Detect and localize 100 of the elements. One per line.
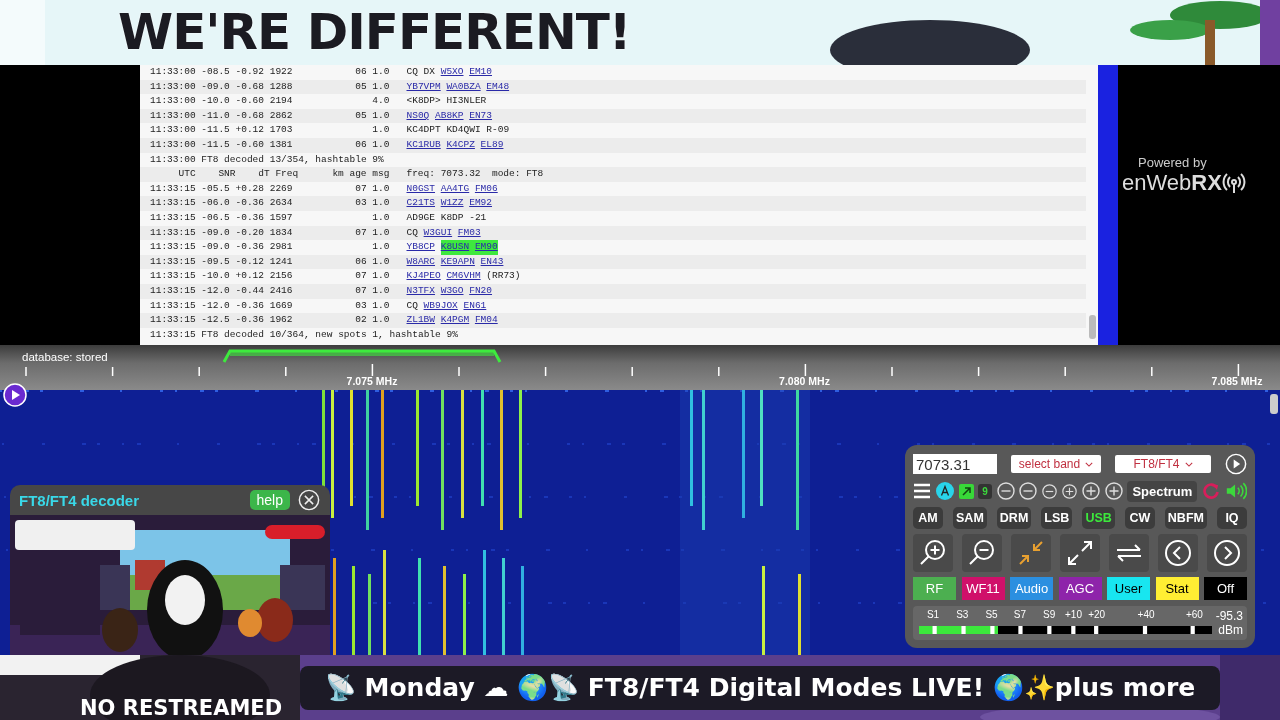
message-text: R-09 [486, 123, 510, 138]
zoom-out-button[interactable] [962, 534, 1002, 572]
mode-button[interactable]: AM [913, 507, 943, 529]
swap-button[interactable] [1109, 534, 1149, 572]
callsign-link[interactable]: EL89 [480, 137, 504, 153]
message-text: KD4QWI [446, 123, 481, 138]
plus-icon[interactable] [1062, 483, 1078, 499]
frequency-input[interactable]: 7073.31 [913, 454, 997, 474]
speaker-icon[interactable] [1224, 480, 1247, 502]
frequency-scale[interactable]: database: stored 7.075 MHz 7.080 MHz 7.085 MHz [0, 345, 1280, 390]
meter-unit: dBm [1218, 623, 1243, 637]
callsign-link[interactable]: EN73 [469, 108, 492, 124]
time-text: 11:33:15 [150, 298, 197, 313]
offset-text: -0.60 [235, 137, 265, 152]
panel-tab[interactable]: User [1107, 577, 1150, 600]
panel-tab[interactable]: AGC [1058, 577, 1102, 600]
callsign-link[interactable]: EN43 [480, 254, 504, 270]
meter-label: S7 [1013, 609, 1027, 620]
callsign-link[interactable]: W8ARC [406, 254, 435, 270]
plus-icon[interactable] [1104, 482, 1123, 500]
callsign-link[interactable]: YB7VPM [406, 79, 441, 95]
message-text: (RR73) [486, 269, 521, 284]
next-button[interactable] [1207, 534, 1247, 572]
spectrum-button[interactable]: Spectrum [1127, 480, 1198, 502]
callsign-link[interactable]: EM48 [486, 79, 510, 95]
callsign-link[interactable]: FM06 [474, 181, 498, 197]
plus-icon[interactable] [1081, 482, 1100, 500]
scrollbar[interactable] [1089, 315, 1096, 339]
minus-icon[interactable] [996, 482, 1015, 500]
callsign-link[interactable]: CM6VHM [446, 269, 481, 284]
mode-button[interactable]: IQ [1217, 507, 1247, 529]
offset-text: -0.92 [235, 65, 265, 79]
passband-marker[interactable] [222, 349, 502, 363]
callsign-link[interactable]: AA4TG [440, 181, 470, 197]
scrollbar[interactable] [1270, 394, 1278, 414]
callsign-link[interactable]: K8USN [440, 240, 475, 255]
callsign-link[interactable]: EM92 [469, 196, 492, 211]
callsign-link[interactable]: W3GUI [423, 225, 453, 241]
callsign-link[interactable]: W1ZZ [440, 196, 464, 211]
panel-tab[interactable]: Off [1204, 577, 1247, 600]
squelch-badge[interactable]: 9 [978, 483, 992, 499]
callsign-link[interactable]: FN20 [469, 283, 492, 299]
minus-icon[interactable] [1042, 483, 1058, 499]
callsign-link[interactable]: FM03 [457, 225, 481, 241]
decode-summary: 11:33:00 FT8 decoded 13/354, hashtable 9% [150, 153, 384, 165]
status-text: database: stored [22, 351, 108, 363]
mode-button[interactable]: USB [1082, 507, 1115, 529]
mode-button[interactable]: SAM [953, 507, 987, 529]
callsign-link[interactable]: EM90 [474, 240, 498, 255]
callsign-link[interactable]: N3TFX [406, 283, 435, 299]
callsign-link[interactable]: FM04 [474, 313, 498, 328]
callsign-link[interactable]: WB9JOX [423, 298, 458, 314]
callsign-link[interactable]: KE9APN [440, 254, 475, 270]
callsign-link[interactable]: YB8CP [406, 240, 435, 255]
distance-text: 05 [355, 80, 367, 92]
message-text: CQ [406, 65, 418, 79]
play-icon[interactable] [1225, 453, 1247, 475]
meter-label: S3 [956, 609, 969, 620]
mode-button[interactable]: NBFM [1164, 507, 1207, 529]
frequency-text: 2862 [269, 108, 293, 123]
distance-text: 06 [355, 66, 367, 77]
band-select[interactable]: select band [1011, 455, 1101, 473]
callsign-link[interactable]: KC1RUB [406, 137, 441, 153]
panel-tab[interactable]: Stat [1155, 577, 1199, 600]
mode-button[interactable]: CW [1124, 507, 1155, 529]
mode-button[interactable]: DRM [996, 507, 1032, 529]
callsign-link[interactable]: NS0Q [406, 108, 430, 124]
callsign-link[interactable]: KJ4PEO [406, 269, 441, 284]
column-header: dT [257, 167, 270, 182]
offset-text: -0.68 [235, 79, 265, 94]
time-text: 11:33:15 [150, 313, 197, 328]
callsign-link[interactable]: K4CPZ [446, 137, 475, 153]
mode-button[interactable]: LSB [1041, 507, 1073, 529]
callsign-link[interactable]: N0GST [406, 181, 435, 197]
offset-text: -0.68 [235, 108, 265, 123]
expand-arrows-icon [1065, 538, 1095, 568]
expand-button[interactable] [1060, 534, 1100, 572]
callsign-link[interactable]: W5XO [440, 65, 464, 80]
callsign-link[interactable]: ZL1BW [406, 313, 435, 328]
callsign-link[interactable]: K4PGM [440, 313, 470, 328]
callsign-link[interactable]: WA0BZA [446, 79, 481, 95]
menu-icon[interactable] [913, 482, 931, 500]
arrow-icon[interactable] [958, 483, 974, 499]
collapse-button[interactable] [1011, 534, 1051, 572]
offset-text: -0.36 [235, 298, 265, 313]
zoom-in-button[interactable] [913, 534, 953, 572]
callsign-link[interactable]: EM10 [469, 65, 492, 80]
letter-a-icon[interactable] [935, 482, 954, 500]
mode-select[interactable]: FT8/FT4 [1115, 455, 1211, 473]
minus-icon[interactable] [1019, 482, 1038, 500]
snr-text: -09.0 [201, 225, 231, 240]
close-icon[interactable] [298, 489, 320, 511]
panel-tab[interactable]: WF11 [961, 577, 1005, 600]
callsign-link[interactable]: W3GO [440, 283, 464, 299]
previous-button[interactable] [1158, 534, 1198, 572]
offset-text: -0.44 [235, 283, 265, 298]
play-icon[interactable] [3, 383, 27, 407]
callsign-link[interactable]: EN61 [463, 298, 487, 314]
callsign-link[interactable]: C21TS [406, 196, 435, 211]
callsign-link[interactable]: AB8KP [435, 108, 464, 124]
